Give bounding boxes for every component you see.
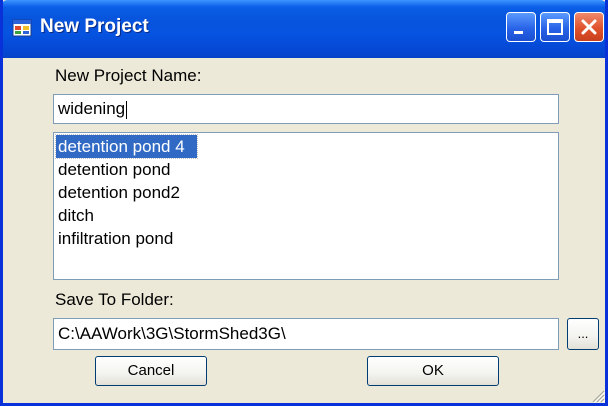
save-folder-input[interactable]: C:\AAWork\3G\StormShed3G\ [53,318,559,350]
resize-grip-icon[interactable] [589,387,605,403]
minimize-icon [514,31,523,34]
close-button[interactable] [574,12,604,42]
window-title: New Project [40,16,149,37]
title-bar[interactable]: New Project [3,0,605,58]
project-name-input[interactable]: widening [53,94,559,124]
save-folder-label: Save To Folder: [55,290,174,309]
new-project-dialog: New Project New Project Name: widening d… [0,0,608,406]
browse-folder-button[interactable]: ... [567,318,599,350]
project-name-label: New Project Name: [55,66,202,85]
list-item[interactable]: infiltration pond [56,229,173,248]
cancel-button[interactable]: Cancel [95,356,207,386]
list-item[interactable]: detention pond [56,160,171,179]
minimize-button[interactable] [506,12,536,42]
list-item[interactable]: detention pond2 [56,183,180,202]
existing-projects-list[interactable]: detention pond 4 detention pond detentio… [53,132,559,280]
list-item[interactable]: ditch [56,206,94,225]
text-caret [126,100,128,119]
close-icon [581,19,597,35]
list-item-selected[interactable]: detention pond 4 [55,134,198,159]
maximize-icon [547,19,563,35]
maximize-button[interactable] [540,12,570,42]
ok-button[interactable]: OK [367,356,499,386]
project-name-value: widening [58,99,126,118]
window-app-icon [12,18,32,38]
